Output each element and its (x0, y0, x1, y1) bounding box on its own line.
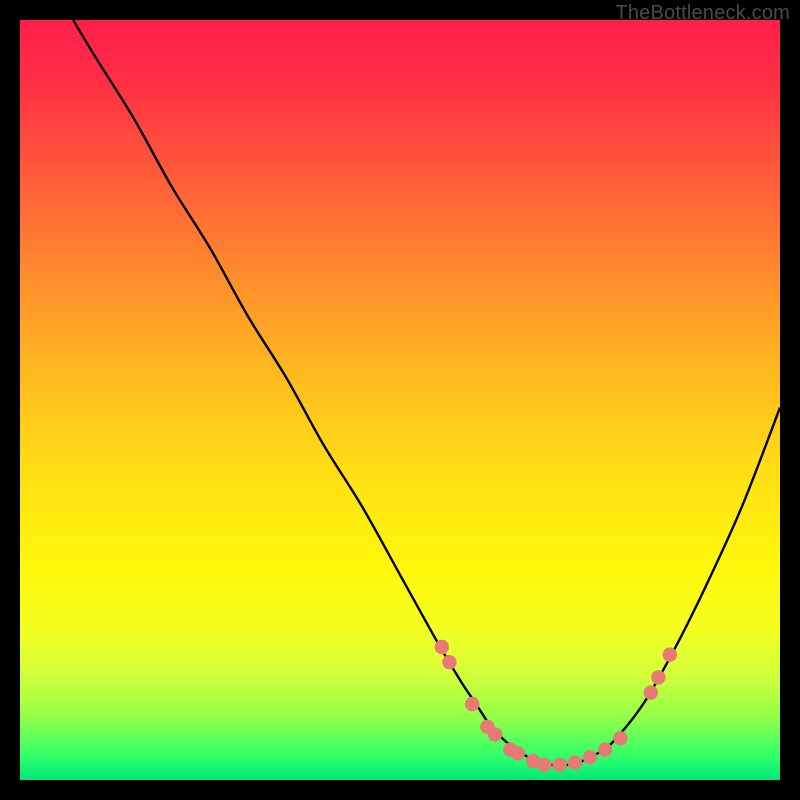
highlight-point (613, 731, 627, 745)
chart-container: TheBottleneck.com (0, 0, 800, 800)
highlight-point (435, 640, 449, 654)
highlight-point (552, 758, 566, 772)
highlight-point (488, 727, 502, 741)
highlight-point (598, 742, 612, 756)
highlight-point (583, 750, 597, 764)
curve-svg (20, 20, 780, 780)
highlight-point (663, 647, 677, 661)
plot-area (20, 20, 780, 780)
highlight-point (465, 697, 479, 711)
highlight-point (511, 746, 525, 760)
highlight-point (537, 758, 551, 772)
highlight-point (568, 755, 582, 769)
highlight-point (651, 670, 665, 684)
highlight-point (644, 685, 658, 699)
highlight-point (442, 655, 456, 669)
